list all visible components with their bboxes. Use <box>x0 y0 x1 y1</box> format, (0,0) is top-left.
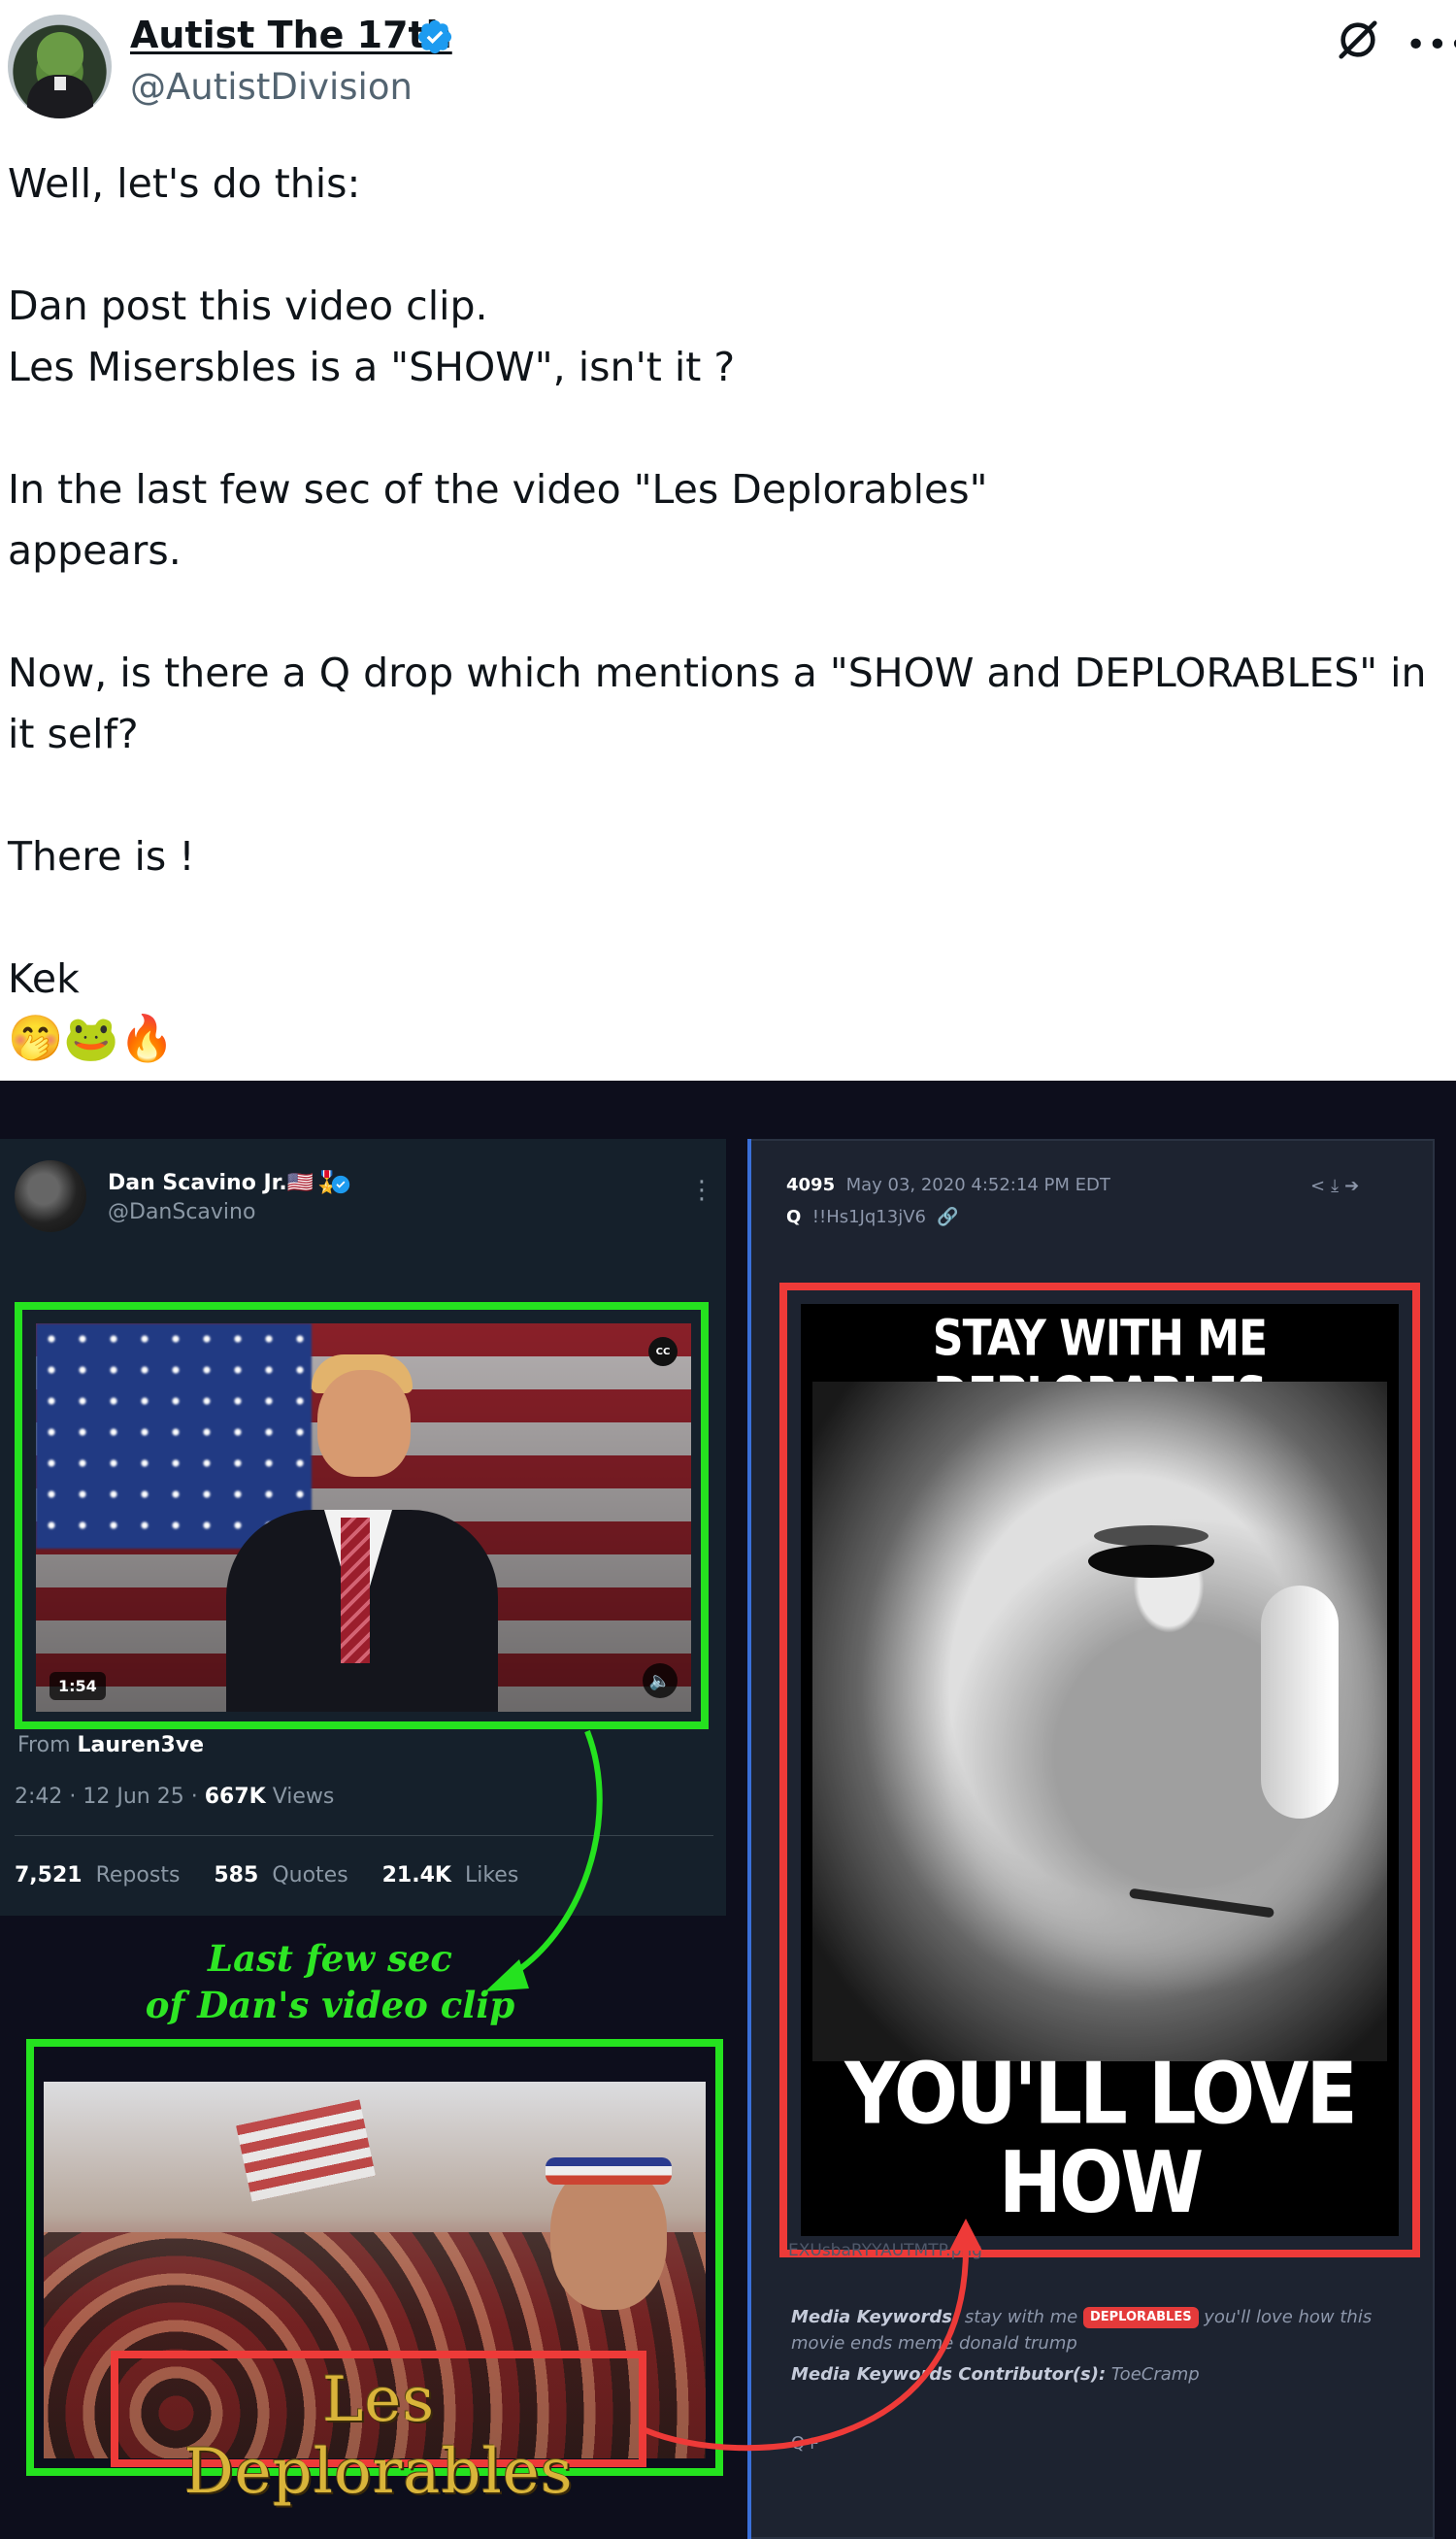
embedded-more-icon: ⋮ <box>689 1176 714 1205</box>
author-display-name[interactable]: Autist The 17th <box>130 14 452 56</box>
author-handle[interactable]: @AutistDivision <box>130 66 413 108</box>
poster-bottom-text: YOU'LL LOVE HOW THIS MOVIE ENDS <box>844 2045 1358 2236</box>
video-source: From Lauren3ve <box>17 1733 205 1757</box>
open-icon: ➔ <box>1344 1176 1366 1196</box>
q-drop-header: 4095 May 03, 2020 4:52:14 PM EDT <box>786 1175 1110 1195</box>
poster-highlight-box: STAY WITH ME DEPLORABLES YOU'LL LOVE HOW… <box>779 1283 1420 2257</box>
q-drop-image: STAY WITH ME DEPLORABLES YOU'LL LOVE HOW… <box>801 1304 1399 2236</box>
q-drop-accent-bar <box>747 1139 751 2539</box>
deplorables-badge: DEPLORABLES <box>1082 2307 1199 2328</box>
poster-photo <box>812 1382 1387 2061</box>
stats-divider <box>15 1835 713 1836</box>
tweet-emojis: 🤭🐸🔥 <box>8 1012 175 1064</box>
annotation-caption: Last few sec of Dan's video clip <box>145 1937 515 2026</box>
image-filename: EXUsbaRYYAUTMTP.png <box>788 2241 982 2260</box>
grok-icon[interactable] <box>1336 17 1380 62</box>
share-icon: < <box>1310 1176 1332 1196</box>
download-icon: ⤓ <box>1331 1176 1345 1196</box>
keywords-contributor: Media Keywords Contributor(s): ToeCramp <box>791 2364 1200 2385</box>
video-player: CC 1:54 🔈 <box>36 1323 691 1712</box>
media-keywords: Media Keywords: stay with me DEPLORABLES… <box>791 2307 1373 2328</box>
tweet-media-image[interactable]: Dan Scavino Jr.🇺🇸🎖️ @DanScavino ⋮ CC 1:5… <box>0 1081 1456 2539</box>
les-deplorables-text: Les Deplorables <box>183 2364 574 2508</box>
embedded-author-handle: @DanScavino <box>108 1200 256 1224</box>
embedded-timestamp: 2:42 · 12 Jun 25 · 667K Views <box>15 1785 335 1809</box>
captions-icon: CC <box>648 1337 678 1366</box>
q-drop-actions: <⤓➔ <box>1310 1176 1365 1196</box>
les-deplorables-highlight: Les Deplorables <box>111 2351 646 2508</box>
link-icon: 🔗 <box>937 1207 959 1227</box>
q-drop-author: Q !!Hs1Jq13jV6 🔗 <box>786 1207 959 1227</box>
author-avatar[interactable] <box>8 15 112 118</box>
q-drop-footer: Q+ <box>791 2433 820 2454</box>
volume-icon: 🔈 <box>643 1663 678 1698</box>
video-duration: 1:54 <box>50 1672 106 1700</box>
embedded-verified-icon <box>331 1175 350 1194</box>
embedded-stats: 7,521 Reposts 585 Quotes 21.4K Likes <box>15 1863 519 1888</box>
embedded-author-name: Dan Scavino Jr.🇺🇸🎖️ <box>108 1171 341 1195</box>
video-highlight-box: CC 1:54 🔈 <box>15 1302 709 1729</box>
verified-badge-icon <box>417 19 452 54</box>
embedded-author-avatar <box>15 1160 86 1232</box>
more-options-icon[interactable]: ••• <box>1406 25 1456 65</box>
tweet-body: Well, let's do this: Dan post this video… <box>8 160 1427 1002</box>
media-keywords-cont: movie ends meme donald trump <box>791 2333 1077 2354</box>
